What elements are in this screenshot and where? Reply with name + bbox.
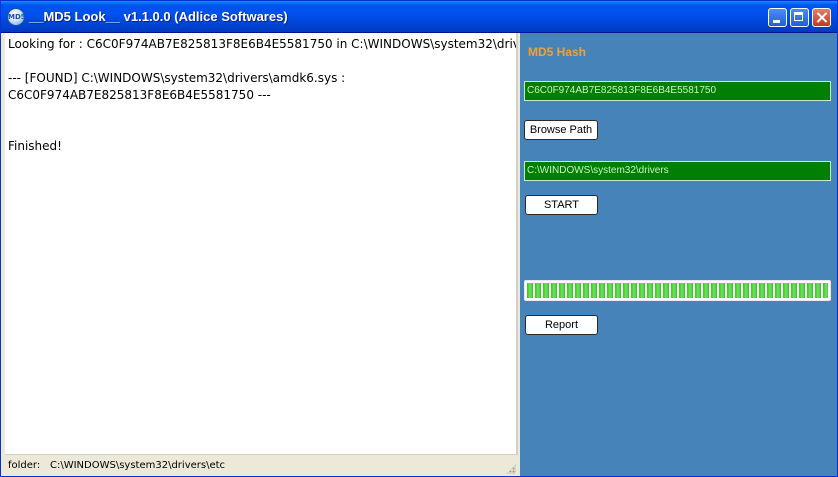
window-title: __MD5 Look__ v1.1.0.0 (Adlice Softwares) — [29, 9, 288, 24]
status-label: folder: — [8, 460, 41, 471]
client-area: Looking for : C6C0F974AB7E825813F8E6B4E5… — [1, 33, 837, 476]
browse-path-button[interactable]: Browse Path — [524, 120, 598, 140]
md5-hash-field[interactable]: C6C0F974AB7E825813F8E6B4E5581750 — [524, 81, 831, 101]
minimize-button[interactable] — [768, 8, 787, 27]
title-bar[interactable]: MD5 __MD5 Look__ v1.1.0.0 (Adlice Softwa… — [1, 1, 837, 33]
maximize-button[interactable] — [790, 8, 809, 27]
path-field[interactable]: C:\WINDOWS\system32\drivers — [524, 161, 831, 181]
log-line: Finished! — [8, 139, 62, 153]
app-window: MD5 __MD5 Look__ v1.1.0.0 (Adlice Softwa… — [0, 0, 838, 477]
close-button[interactable] — [812, 8, 831, 27]
status-folder-value: C:\WINDOWS\system32\drivers\etc — [50, 460, 226, 471]
start-button[interactable]: START — [525, 195, 598, 215]
app-icon[interactable]: MD5 — [7, 8, 26, 26]
status-bar: folder: C:\WINDOWS\system32\drivers\etc — [5, 454, 518, 476]
resize-grip-icon[interactable] — [506, 464, 516, 474]
progress-fill — [527, 283, 828, 298]
report-button[interactable]: Report — [525, 315, 598, 335]
panel-title: MD5 Hash — [528, 45, 587, 59]
control-panel: MD5 Hash C6C0F974AB7E825813F8E6B4E558175… — [520, 33, 837, 476]
log-line: --- [FOUND] C:\WINDOWS\system32\drivers\… — [8, 71, 346, 85]
progress-bar — [524, 280, 831, 301]
log-line: Looking for : C6C0F974AB7E825813F8E6B4E5… — [8, 37, 518, 51]
log-line: C6C0F974AB7E825813F8E6B4E5581750 --- — [8, 88, 271, 102]
log-output[interactable]: Looking for : C6C0F974AB7E825813F8E6B4E5… — [5, 33, 518, 454]
